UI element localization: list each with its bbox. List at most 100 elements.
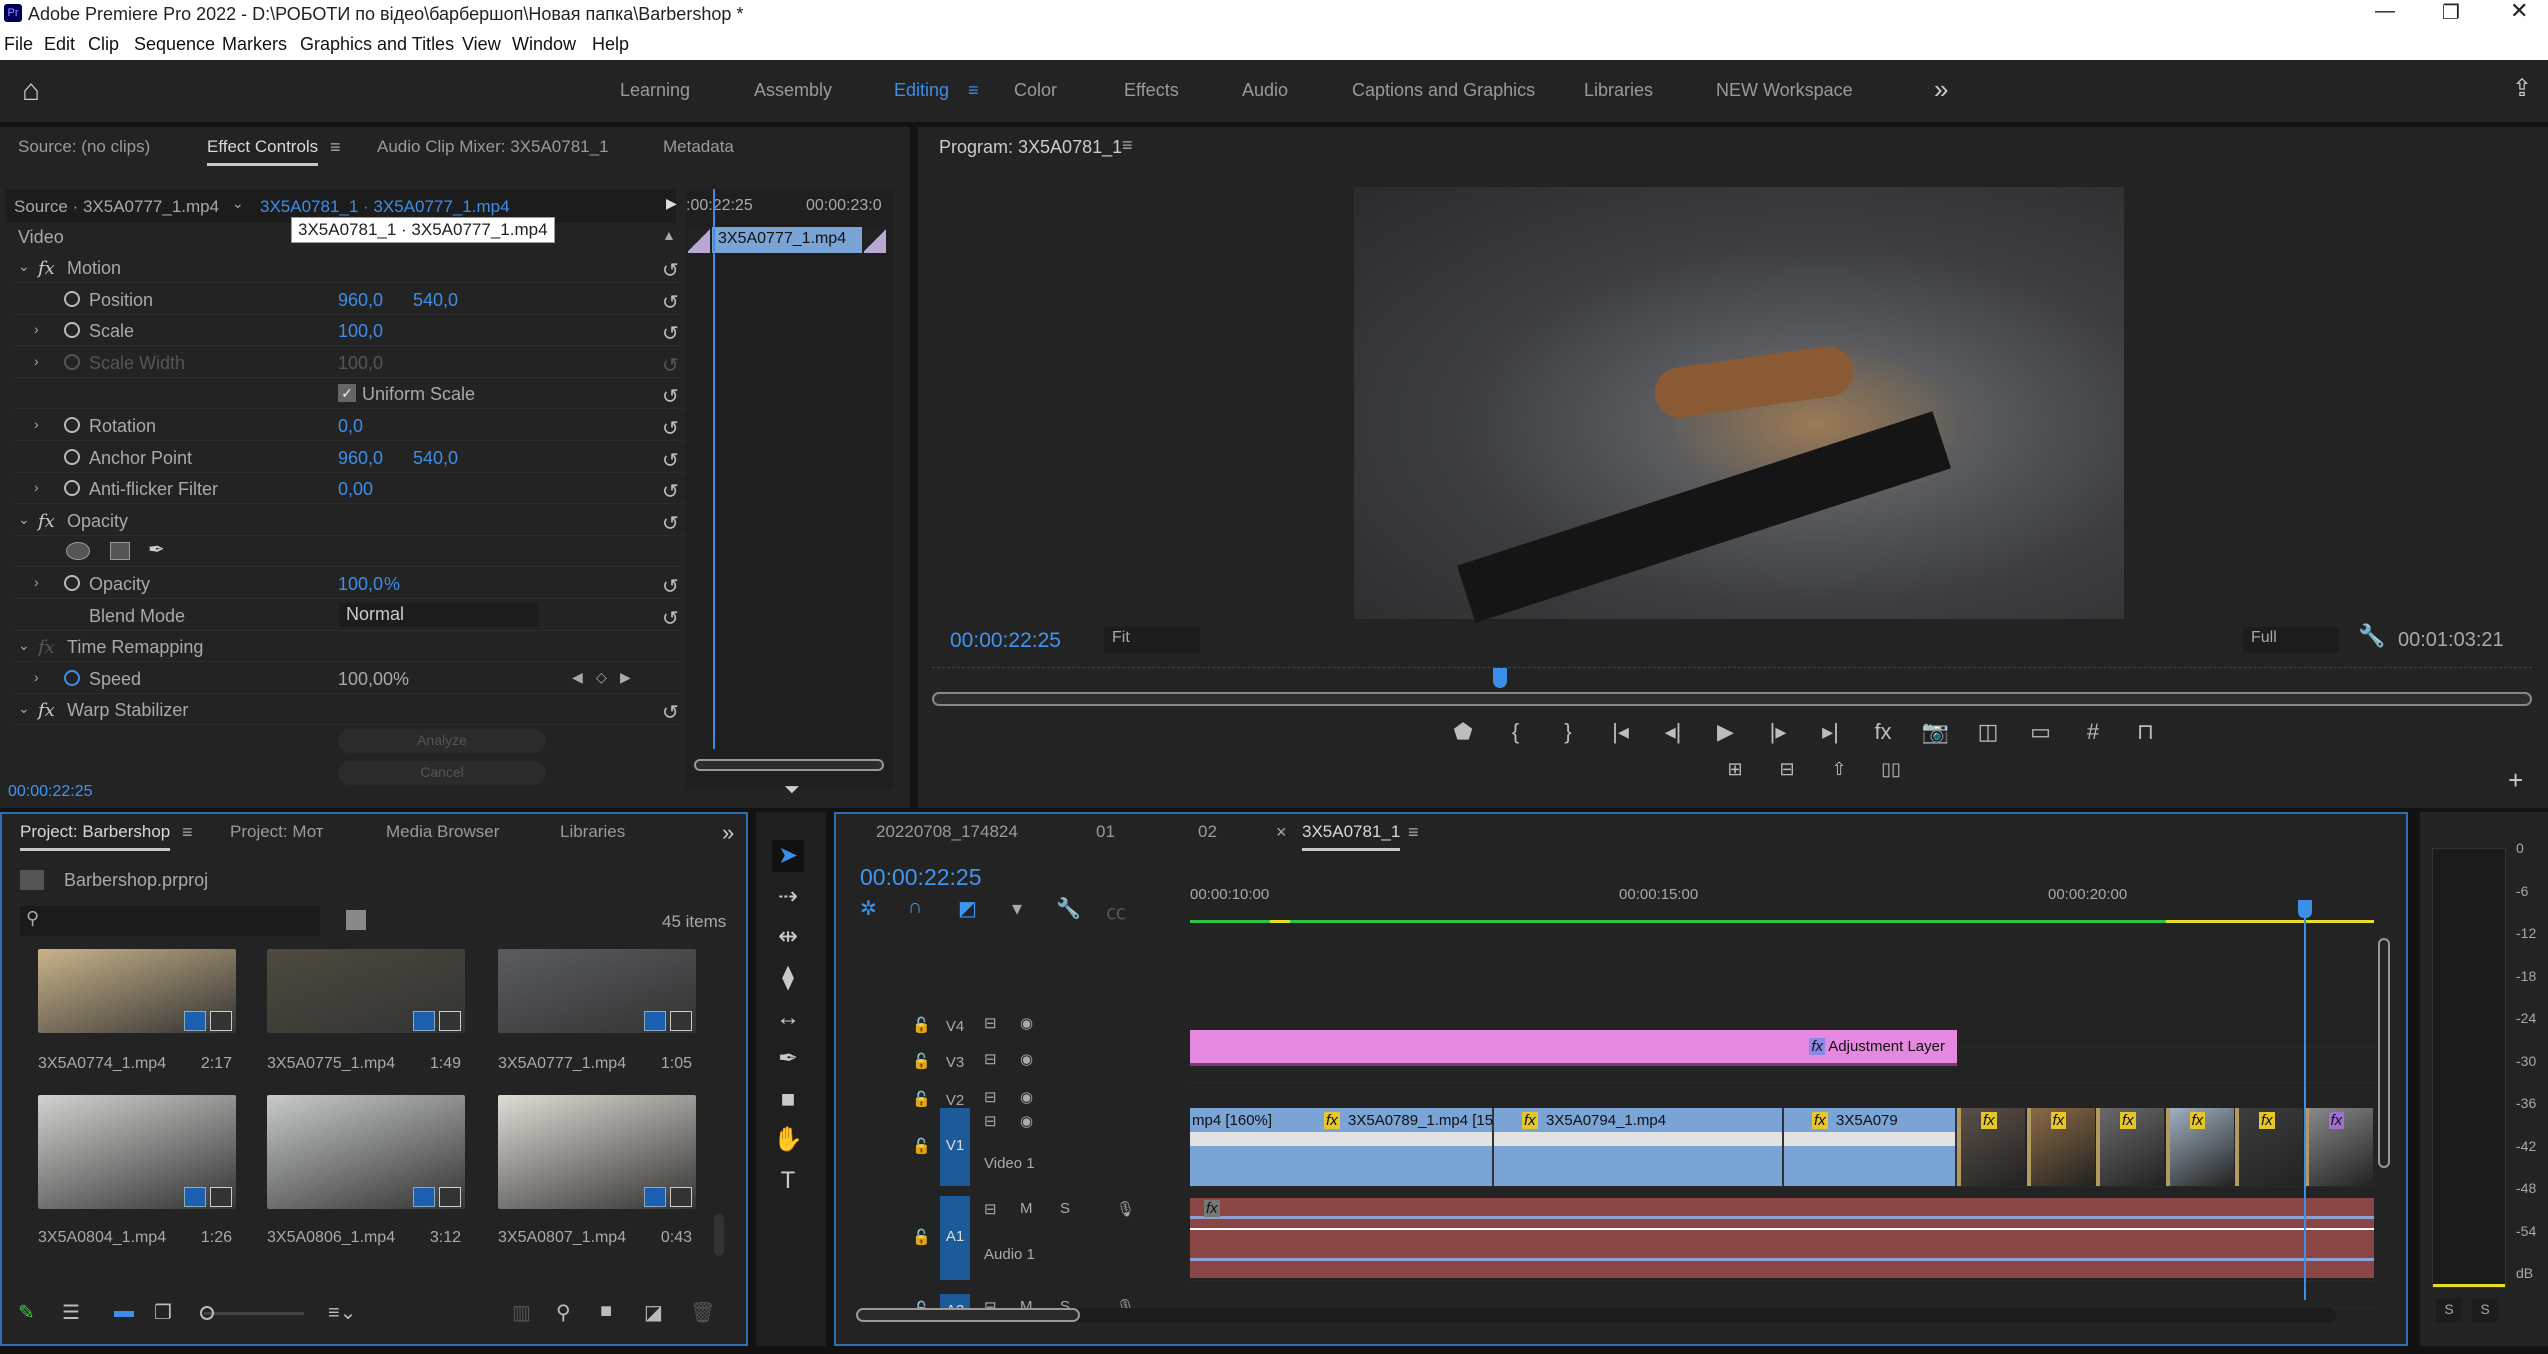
stopwatch-icon[interactable]	[64, 575, 80, 591]
overwrite-button[interactable]: ⊟	[1772, 759, 1802, 780]
project-item[interactable]: 3X5A0775_1.mp4 1:49	[261, 949, 485, 1089]
project-search-input[interactable]: ⚲	[20, 906, 320, 936]
lock-icon[interactable]: 🔓	[912, 1016, 931, 1034]
fx-button[interactable]: fx	[1868, 719, 1898, 745]
property-value[interactable]: 960,0	[338, 448, 383, 469]
stopwatch-icon[interactable]	[64, 669, 80, 686]
safe-margins-button[interactable]: ▭	[2026, 719, 2056, 745]
reset-icon[interactable]: ↺	[662, 448, 679, 473]
home-icon[interactable]: ⌂	[22, 74, 40, 108]
ruler-button[interactable]: ⊓	[2131, 719, 2161, 745]
expand-chevron-icon[interactable]: ›	[34, 416, 39, 432]
linked-selection-icon[interactable]: ◩	[958, 896, 977, 921]
property-value-2[interactable]: 540,0	[413, 448, 458, 469]
timeline-horizontal-scrollbar[interactable]	[856, 1308, 2336, 1322]
video-clip-thumbnail[interactable]: fx	[1957, 1108, 2025, 1186]
type-tool[interactable]: T	[772, 1165, 804, 1197]
workspace-tab-captions-and-graphics[interactable]: Captions and Graphics	[1352, 80, 1535, 101]
rectangle-mask-icon[interactable]	[110, 542, 130, 561]
reset-icon[interactable]: ↺	[662, 353, 679, 378]
expand-chevron-icon[interactable]: ›	[34, 669, 39, 685]
project-item[interactable]: 3X5A0777_1.mp4 1:05	[492, 949, 716, 1089]
uniform-scale-checkbox[interactable]: ✓	[338, 384, 356, 403]
maximize-button[interactable]: ❐	[2442, 0, 2460, 25]
video-clip[interactable]: fx 3X5A079	[1784, 1108, 1957, 1186]
workspace-more-button[interactable]: »	[1934, 74, 1948, 105]
reset-icon[interactable]: ↺	[662, 258, 679, 283]
panel-menu-icon[interactable]: ≡	[1122, 135, 1133, 156]
cancel-button[interactable]: Cancel	[338, 760, 546, 785]
sync-lock-icon[interactable]: ⊟	[984, 1014, 997, 1032]
stopwatch-icon[interactable]	[64, 322, 80, 339]
reset-icon[interactable]: ↺	[662, 574, 679, 599]
collapse-icon[interactable]: ▲	[662, 227, 676, 243]
tab-01[interactable]: 01	[1096, 822, 1115, 842]
add-keyframe-icon[interactable]: ◇	[596, 669, 607, 686]
project-item[interactable]: 3X5A0804_1.mp4 1:26	[32, 1095, 256, 1246]
eye-icon[interactable]: ◉	[1020, 1112, 1033, 1130]
lock-icon[interactable]: 🔓	[912, 1090, 931, 1108]
expand-chevron-icon[interactable]: ⌄	[18, 700, 30, 717]
panel-overflow-icon[interactable]: »	[722, 820, 734, 846]
reset-icon[interactable]: ↺	[662, 700, 679, 725]
sync-lock-icon[interactable]: ⊟	[984, 1112, 997, 1130]
new-item-icon[interactable]: ◪	[644, 1300, 663, 1325]
tab-02[interactable]: 02	[1198, 822, 1217, 842]
lock-icon[interactable]: 🔓	[912, 1228, 931, 1246]
lock-icon[interactable]: 🔓	[912, 1137, 931, 1155]
add-marker-icon[interactable]: ▾	[1012, 896, 1022, 921]
workspace-tab-libraries[interactable]: Libraries	[1584, 80, 1653, 101]
property-value[interactable]: 0,00	[338, 479, 373, 500]
property-value[interactable]: 0,0	[338, 416, 363, 437]
wrench-icon[interactable]: 🔧	[2358, 623, 2385, 649]
export-frame-button[interactable]: 📷	[1921, 719, 1951, 745]
mini-playhead[interactable]	[713, 189, 715, 749]
workspace-tab-assembly[interactable]: Assembly	[754, 80, 832, 101]
sync-lock-icon[interactable]: ⊟	[984, 1050, 997, 1068]
sort-icon[interactable]: ≡⌄	[328, 1300, 356, 1325]
reset-icon[interactable]: ↺	[662, 416, 679, 441]
blend-mode-dropdown[interactable]: Normal	[338, 602, 538, 627]
workspace-tab-editing[interactable]: Editing	[894, 80, 949, 101]
tab-source-no-clips-[interactable]: Source: (no clips)	[18, 137, 150, 157]
property-value-2[interactable]: 540,0	[413, 290, 458, 311]
prev-keyframe-icon[interactable]: ◀	[572, 669, 583, 686]
export-button[interactable]: ⇧	[1824, 759, 1854, 780]
razor-tool[interactable]: ⧫	[772, 962, 804, 994]
reset-icon[interactable]: ↺	[662, 606, 679, 631]
reset-icon[interactable]: ↺	[662, 321, 679, 346]
freeform-view-icon[interactable]: ❐	[154, 1300, 172, 1325]
analyze-button[interactable]: Analyze	[338, 729, 546, 753]
video-clip-thumbnail[interactable]: fx	[2026, 1108, 2095, 1186]
track-target-a2[interactable]: A2	[940, 1294, 970, 1319]
find-icon[interactable]: ⚲	[556, 1300, 571, 1325]
mute-button[interactable]: M	[1020, 1200, 1033, 1217]
project-item[interactable]: 3X5A0807_1.mp4 0:43	[492, 1095, 716, 1246]
close-button[interactable]: ✕	[2510, 0, 2528, 24]
menu-window[interactable]: Window	[512, 34, 576, 55]
workspace-tab-audio[interactable]: Audio	[1242, 80, 1288, 101]
property-value[interactable]: 960,0	[338, 290, 383, 311]
add-button-icon[interactable]: +	[2508, 765, 2523, 796]
find-icon[interactable]	[346, 910, 366, 930]
stopwatch-icon[interactable]	[64, 448, 80, 465]
tab-effect-controls[interactable]: Effect Controls	[207, 137, 319, 166]
next-keyframe-icon[interactable]: ▶	[620, 669, 631, 686]
stopwatch-icon[interactable]	[64, 290, 80, 307]
reset-icon[interactable]: ↺	[662, 384, 679, 409]
workspace-tab-learning[interactable]: Learning	[620, 80, 690, 101]
go-to-out-button[interactable]: ▸|	[1816, 719, 1846, 745]
menu-edit[interactable]: Edit	[44, 34, 75, 55]
adjustment-layer-clip[interactable]: Adjustment Layer fx	[1190, 1030, 1957, 1066]
expand-chevron-icon[interactable]: ›	[34, 353, 39, 369]
minimize-button[interactable]: —	[2375, 0, 2395, 23]
fx-icon[interactable]: fx	[38, 700, 55, 721]
tab-project-barbershop[interactable]: Project: Barbershop	[20, 822, 171, 851]
panel-menu-icon[interactable]: ≡	[330, 137, 341, 158]
ripple-edit-tool[interactable]: ⇹	[772, 921, 804, 953]
reset-icon[interactable]: ↺	[662, 290, 679, 315]
settings-wrench-icon[interactable]: 🔧	[1056, 896, 1081, 921]
menu-graphics-and-titles[interactable]: Graphics and Titles	[300, 34, 454, 55]
expand-chevron-icon[interactable]: ›	[34, 479, 39, 495]
program-scrub-bar[interactable]	[932, 667, 2532, 706]
